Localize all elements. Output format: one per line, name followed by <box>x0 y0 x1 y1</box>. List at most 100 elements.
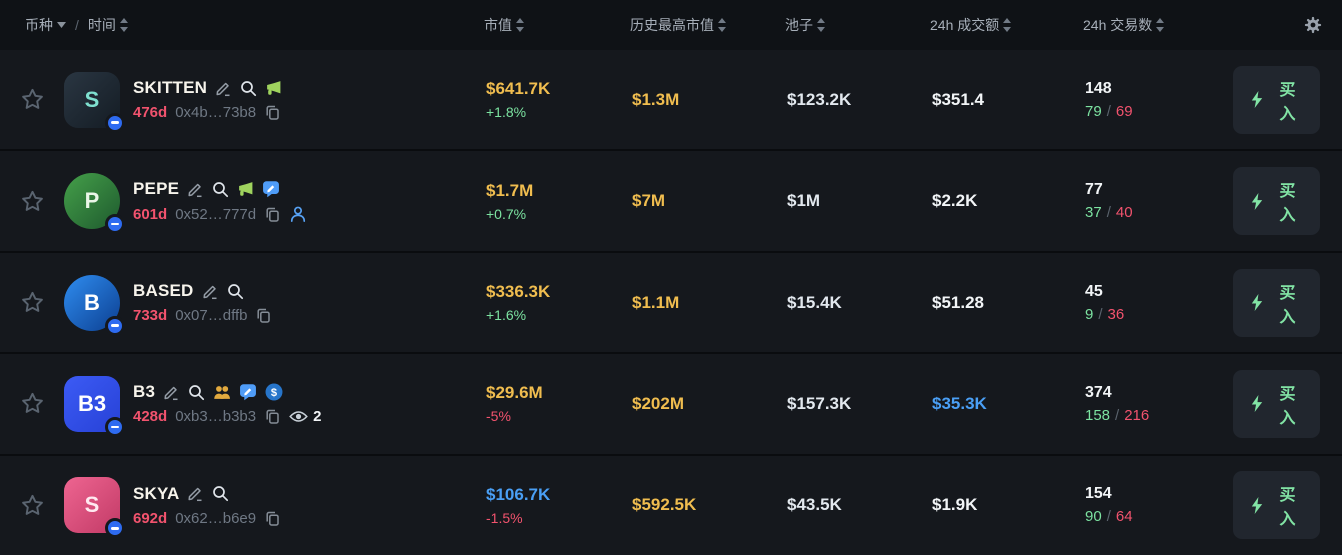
token-address[interactable]: 0xb3…b3b3 <box>175 408 256 425</box>
mcap-value: $336.3K <box>486 282 630 302</box>
search-icon[interactable] <box>227 283 244 300</box>
vol-value: $351.4 <box>930 90 1083 110</box>
token-name[interactable]: BASED <box>133 281 194 301</box>
txns-separator: / <box>1107 204 1111 221</box>
avatar-label: B3 <box>78 391 106 417</box>
search-icon[interactable] <box>240 80 257 97</box>
mcap-column-label: 市值 <box>484 15 512 35</box>
table-row: B BASED 733d 0x07…dffb $336.3K +1.6% $1.… <box>0 253 1342 352</box>
person-icon[interactable] <box>289 205 307 223</box>
favorite-star-button[interactable] <box>0 188 64 215</box>
txns-separator: / <box>1107 508 1111 525</box>
txns-total: 77 <box>1085 181 1233 199</box>
favorite-star-button[interactable] <box>0 289 64 316</box>
address-icons <box>264 205 307 223</box>
copy-icon[interactable] <box>264 104 281 121</box>
mcap-value: $1.7M <box>486 181 630 201</box>
token-avatar[interactable]: B3 <box>64 376 120 432</box>
pool-value: $123.2K <box>785 90 930 110</box>
sort-icon <box>817 18 825 32</box>
txns-column-label: 24h 交易数 <box>1083 15 1152 35</box>
pool-value: $157.3K <box>785 394 930 414</box>
edit-icon[interactable] <box>215 80 232 97</box>
pool-column-label: 池子 <box>785 15 813 35</box>
column-header-ath[interactable]: 历史最高市值 <box>630 15 785 35</box>
edit-icon[interactable] <box>163 384 180 401</box>
people-icon[interactable] <box>213 384 231 400</box>
search-icon[interactable] <box>188 384 205 401</box>
bubble-edit-icon[interactable] <box>262 180 280 198</box>
token-avatar[interactable]: S <box>64 72 120 128</box>
search-icon[interactable] <box>212 485 229 502</box>
usdc-icon[interactable]: $ <box>265 383 283 401</box>
bubble-edit-icon[interactable] <box>239 383 257 401</box>
edit-icon[interactable] <box>187 181 204 198</box>
column-header-token-time[interactable]: 币种 / 时间 <box>0 15 484 35</box>
copy-icon[interactable] <box>255 307 272 324</box>
token-address[interactable]: 0x62…b6e9 <box>175 510 256 527</box>
token-age: 601d <box>133 206 167 223</box>
copy-icon[interactable] <box>264 206 281 223</box>
vol-value: $2.2K <box>930 191 1083 211</box>
token-name[interactable]: PEPE <box>133 179 179 199</box>
star-icon <box>19 390 46 417</box>
copy-icon[interactable] <box>264 408 281 425</box>
token-cell: S SKYA 692d 0x62…b6e9 <box>64 477 484 533</box>
mcap-change: -5% <box>486 408 630 424</box>
buy-button[interactable]: 买入 <box>1233 167 1320 235</box>
token-name[interactable]: SKITTEN <box>133 78 207 98</box>
column-header-pool[interactable]: 池子 <box>785 15 930 35</box>
token-address[interactable]: 0x07…dffb <box>175 307 247 324</box>
time-column-label: 时间 <box>88 15 116 35</box>
settings-button[interactable] <box>1233 16 1342 34</box>
buy-button[interactable]: 买入 <box>1233 471 1320 539</box>
column-header-volume[interactable]: 24h 成交额 <box>930 15 1083 35</box>
token-age: 476d <box>133 104 167 121</box>
token-name[interactable]: B3 <box>133 382 155 402</box>
ath-column-label: 历史最高市值 <box>630 15 714 35</box>
token-address[interactable]: 0x52…777d <box>175 206 256 223</box>
mcap-cell: $336.3K +1.6% <box>484 282 630 323</box>
buy-button[interactable]: 买入 <box>1233 370 1320 438</box>
pool-value: $43.5K <box>785 495 930 515</box>
txns-separator: / <box>1107 103 1111 120</box>
token-avatar[interactable]: B <box>64 275 120 331</box>
buy-cell: 买入 <box>1233 471 1342 539</box>
pool-value: $1M <box>785 191 930 211</box>
favorite-star-button[interactable] <box>0 390 64 417</box>
eye-icon[interactable] <box>289 409 308 424</box>
buy-button[interactable]: 买入 <box>1233 269 1320 337</box>
column-header-txns[interactable]: 24h 交易数 <box>1083 15 1233 35</box>
edit-icon[interactable] <box>202 283 219 300</box>
sort-icon <box>516 18 524 32</box>
volume-column-label: 24h 成交额 <box>930 15 999 35</box>
txns-total: 154 <box>1085 485 1233 503</box>
edit-icon[interactable] <box>187 485 204 502</box>
megaphone-icon[interactable] <box>237 181 254 197</box>
buy-button-label: 买入 <box>1272 380 1303 428</box>
txns-sells: 69 <box>1116 103 1133 120</box>
favorite-star-button[interactable] <box>0 86 64 113</box>
txns-cell: 45 9 / 36 <box>1083 283 1233 323</box>
favorite-star-button[interactable] <box>0 492 64 519</box>
megaphone-icon[interactable] <box>265 80 282 96</box>
token-name[interactable]: SKYA <box>133 484 179 504</box>
name-icons <box>202 283 244 300</box>
search-icon[interactable] <box>212 181 229 198</box>
buy-button[interactable]: 买入 <box>1233 66 1320 134</box>
table-header: 币种 / 时间 市值 历史最高市值 池子 24h 成交额 24h 交易数 <box>0 0 1342 50</box>
buy-cell: 买入 <box>1233 269 1342 337</box>
ath-value: $202M <box>630 394 785 414</box>
ath-value: $7M <box>630 191 785 211</box>
copy-icon[interactable] <box>264 510 281 527</box>
mcap-cell: $1.7M +0.7% <box>484 181 630 222</box>
token-avatar[interactable]: P <box>64 173 120 229</box>
txns-sells: 36 <box>1108 306 1125 323</box>
txns-cell: 374 158 / 216 <box>1083 384 1233 424</box>
buy-cell: 买入 <box>1233 370 1342 438</box>
token-address[interactable]: 0x4b…73b8 <box>175 104 256 121</box>
buy-cell: 买入 <box>1233 167 1342 235</box>
column-header-mcap[interactable]: 市值 <box>484 15 630 35</box>
ath-value: $1.3M <box>630 90 785 110</box>
token-avatar[interactable]: S <box>64 477 120 533</box>
